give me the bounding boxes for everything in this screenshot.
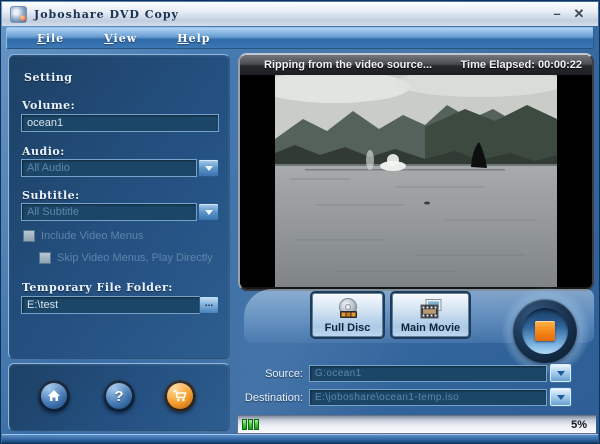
question-icon: ?: [114, 387, 124, 405]
skip-video-menus-checkbox[interactable]: [39, 252, 51, 264]
film-frames-icon: [420, 298, 441, 318]
temp-folder-label: Temporary File Folder:: [22, 281, 173, 294]
audio-dropdown-button[interactable]: [198, 159, 219, 177]
app-window: Joboshare DVD Copy – ✕ File View Help Se…: [0, 0, 600, 444]
full-disc-label: Full Disc: [324, 321, 371, 334]
title-bar[interactable]: Joboshare DVD Copy – ✕: [2, 2, 598, 26]
progress-indicator: [242, 419, 259, 430]
chevron-down-icon: [204, 165, 213, 171]
cart-icon: [173, 390, 187, 402]
destination-label: Destination:: [244, 392, 303, 404]
temp-folder-input[interactable]: [21, 296, 200, 314]
progress-percent: 5%: [571, 418, 587, 431]
skip-video-menus-label: Skip Video Menus, Play Directly: [57, 252, 213, 264]
chevron-down-icon: [556, 394, 565, 400]
home-icon: [48, 390, 60, 401]
audio-select-value: All Audio: [27, 162, 70, 174]
stop-icon: [535, 321, 555, 341]
include-video-menus-label: Include Video Menus: [41, 230, 144, 242]
main-movie-button[interactable]: Main Movie: [392, 293, 469, 337]
source-dropdown-button[interactable]: [550, 364, 571, 382]
home-button[interactable]: [38, 380, 70, 412]
volume-label: Volume:: [22, 99, 76, 112]
progress-block: [248, 419, 253, 430]
source-label: Source:: [265, 368, 303, 380]
stop-button-face: [522, 308, 568, 354]
full-disc-button[interactable]: Full Disc: [312, 293, 383, 337]
subtitle-select-value: All Subtitle: [27, 206, 79, 218]
video-header: Ripping from the video source... Time El…: [240, 55, 592, 75]
chevron-down-icon: [556, 370, 565, 376]
buy-button[interactable]: [164, 380, 196, 412]
source-select[interactable]: G:ocean1: [309, 365, 547, 382]
audio-label: Audio:: [22, 145, 65, 158]
subtitle-label: Subtitle:: [22, 189, 80, 202]
video-screen: [240, 75, 592, 287]
window-bottom-frame: [2, 434, 598, 443]
include-video-menus-checkbox[interactable]: [23, 230, 35, 242]
help-button[interactable]: ?: [103, 380, 135, 412]
time-elapsed-text: Time Elapsed: 00:00:22: [460, 59, 582, 71]
menu-help[interactable]: Help: [177, 32, 210, 45]
status-bar: 5%: [237, 415, 596, 434]
ripping-status-text: Ripping from the video source...: [264, 59, 433, 71]
menu-view[interactable]: View: [104, 32, 137, 45]
dvd-disc-icon: [338, 297, 357, 318]
chevron-down-icon: [204, 209, 213, 215]
subtitle-select[interactable]: All Subtitle: [21, 203, 197, 221]
menu-bar: File View Help: [6, 27, 594, 49]
settings-heading: Setting: [24, 71, 73, 84]
nav-panel: ?: [8, 363, 230, 431]
destination-dropdown-button[interactable]: [550, 388, 571, 406]
destination-select-value: E:\joboshare\ocean1-temp.iso: [315, 392, 460, 403]
minimize-button[interactable]: –: [546, 5, 568, 23]
destination-select[interactable]: E:\joboshare\ocean1-temp.iso: [309, 389, 547, 406]
stop-button[interactable]: [513, 299, 577, 363]
browse-button[interactable]: ...: [199, 296, 219, 314]
progress-block: [254, 419, 259, 430]
window-title: Joboshare DVD Copy: [34, 7, 179, 21]
main-movie-label: Main Movie: [400, 321, 461, 334]
progress-block: [242, 419, 247, 430]
app-logo-icon: [10, 5, 27, 23]
menu-file[interactable]: File: [37, 32, 64, 45]
close-button[interactable]: ✕: [568, 5, 590, 23]
video-frame-ocean-scene: [275, 75, 557, 287]
settings-panel: Setting Volume: Audio: All Audio Subtitl…: [8, 54, 230, 359]
volume-input[interactable]: [21, 114, 219, 132]
source-select-value: G:ocean1: [315, 368, 362, 379]
audio-select[interactable]: All Audio: [21, 159, 197, 177]
video-preview-panel: Ripping from the video source... Time El…: [238, 53, 594, 291]
subtitle-dropdown-button[interactable]: [198, 203, 219, 221]
